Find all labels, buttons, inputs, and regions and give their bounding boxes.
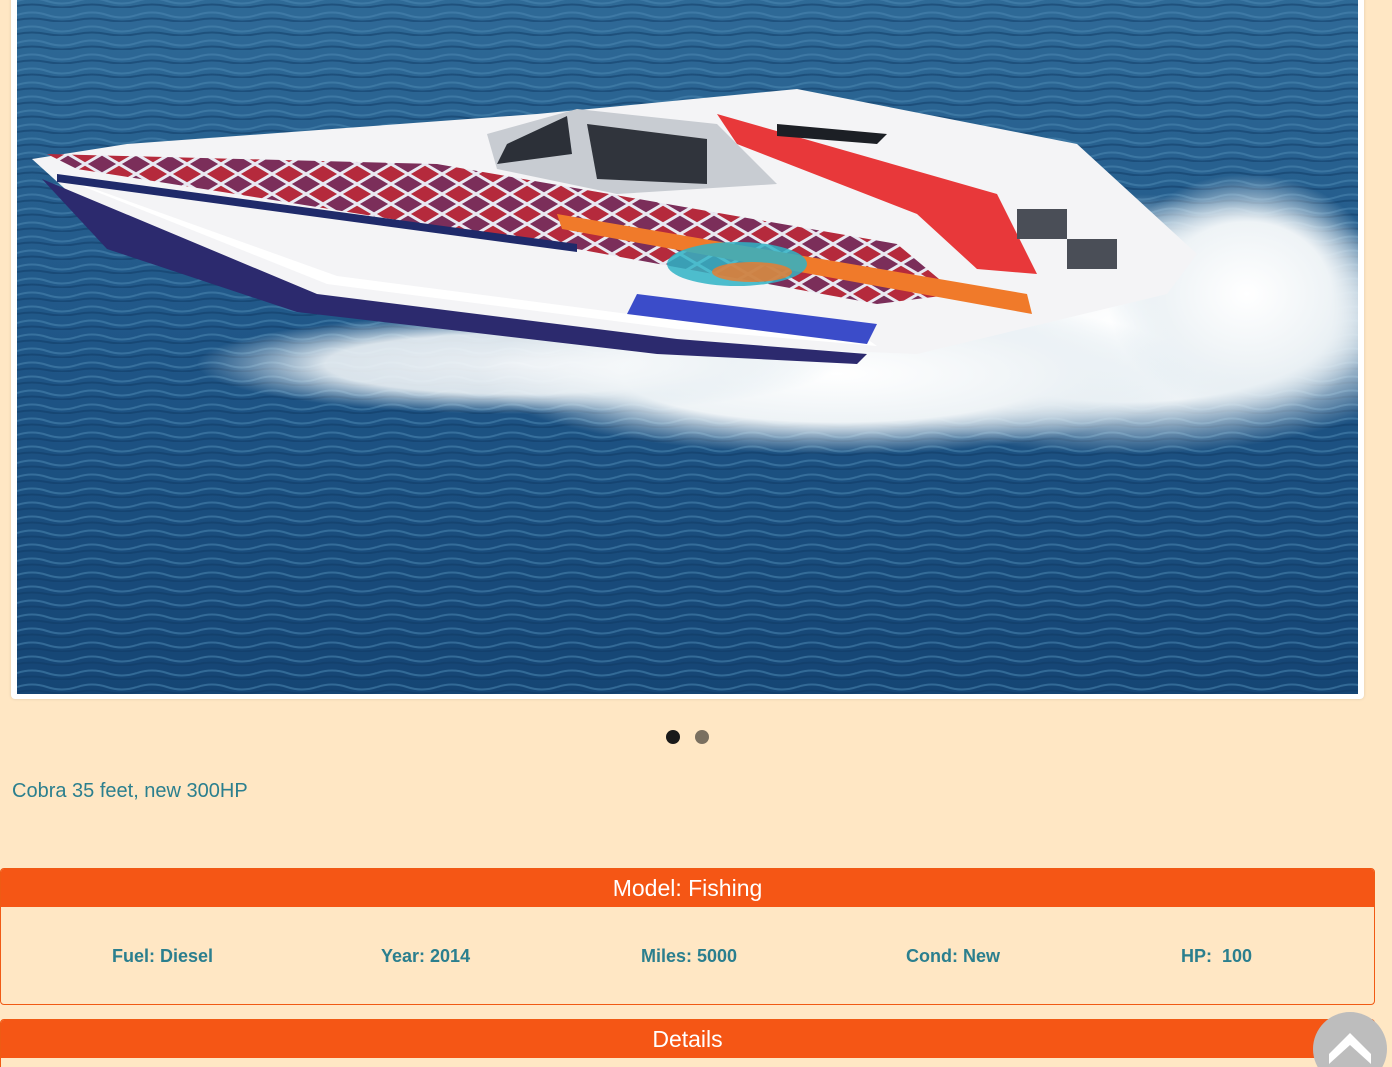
model-panel-title: Model: Fishing	[1, 869, 1374, 907]
boat-photo[interactable]	[17, 0, 1358, 694]
spec-year: Year: 2014	[381, 946, 471, 966]
spec-condition: Cond: New	[906, 946, 1000, 966]
model-panel: Model: Fishing Fuel: Diesel Year: 2014 M…	[0, 868, 1375, 1005]
details-panel-title: Details	[1, 1020, 1374, 1058]
listing-page: Cobra 35 feet, new 300HP Model: Fishing …	[0, 0, 1392, 1067]
carousel-dot-1[interactable]	[665, 730, 680, 744]
spec-row: Fuel: Diesel Year: 2014 Miles: 5000 Cond…	[1, 907, 1374, 1004]
spec-miles: Miles: 5000	[641, 946, 738, 966]
details-panel: Details	[0, 1019, 1375, 1067]
carousel-frame	[11, 0, 1364, 699]
spec-fuel: Fuel: Diesel	[112, 946, 214, 966]
carousel-indicators	[0, 730, 1374, 744]
chevron-up-icon	[1329, 1033, 1371, 1064]
carousel-dot-2[interactable]	[694, 730, 709, 744]
spec-horsepower: HP: 100	[1181, 946, 1253, 966]
listing-caption: Cobra 35 feet, new 300HP	[12, 780, 248, 802]
